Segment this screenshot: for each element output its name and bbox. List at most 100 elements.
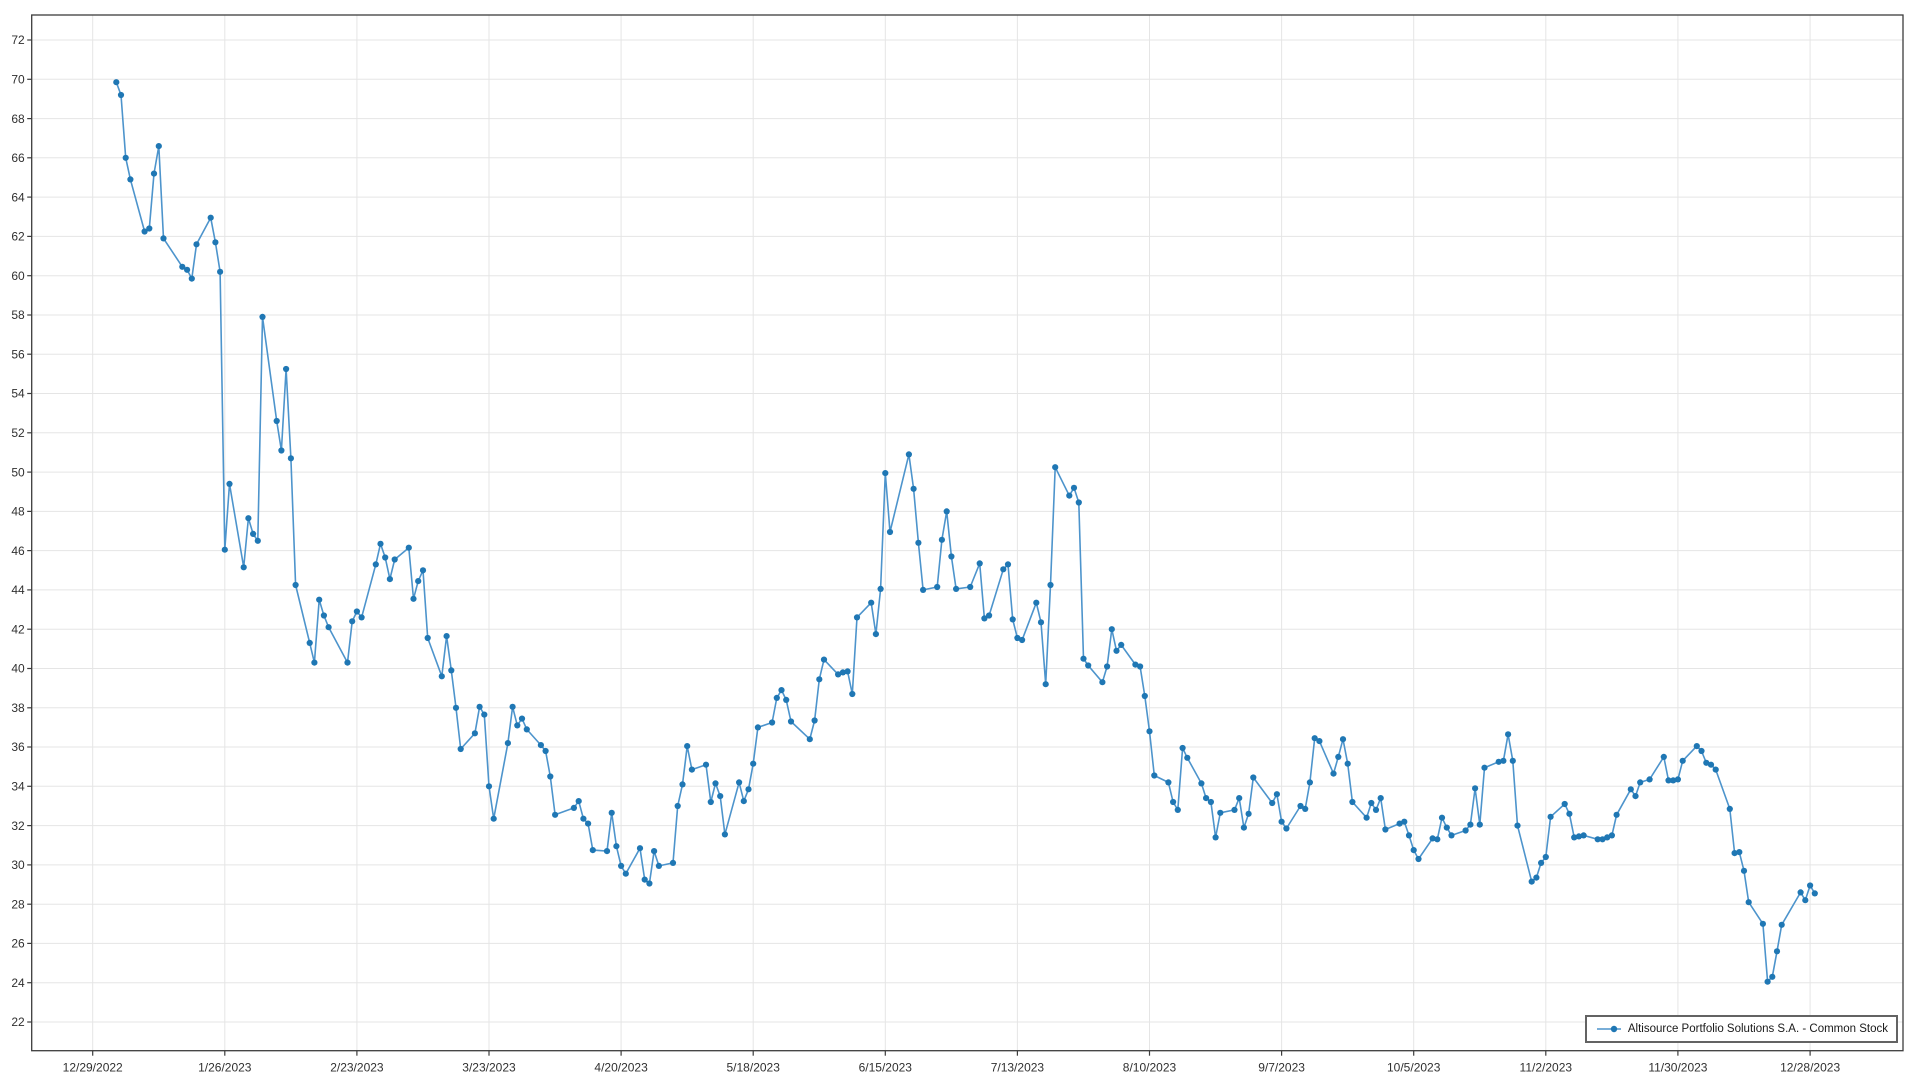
plot-border [32,15,1903,1051]
data-point [1713,767,1719,773]
data-point [1364,815,1370,821]
data-point [547,773,553,779]
data-point [1798,889,1804,895]
data-point [1566,811,1572,817]
data-point [1307,779,1313,785]
data-point [609,810,615,816]
data-point [1269,800,1275,806]
data-point [410,596,416,602]
data-point [321,612,327,618]
y-axis-tick-label: 54 [11,387,25,401]
data-point [939,537,945,543]
data-point [1010,616,1016,622]
data-point [1368,800,1374,806]
data-point [491,816,497,822]
data-point [189,276,195,282]
data-point [1203,795,1209,801]
data-point [415,578,421,584]
x-axis-tick-label: 5/18/2023 [727,1061,781,1075]
data-point [524,726,530,732]
data-point [816,676,822,682]
data-point [354,608,360,614]
data-point [977,560,983,566]
data-point [349,618,355,624]
data-point [1038,619,1044,625]
data-point [868,600,874,606]
data-point [1231,807,1237,813]
data-point [1104,663,1110,669]
data-point [382,554,388,560]
data-point [1807,882,1813,888]
data-point [741,798,747,804]
data-point [543,748,549,754]
data-point [1274,791,1280,797]
data-point [453,705,459,711]
data-point [184,267,190,273]
y-axis-tick-label: 66 [11,151,25,165]
x-axis-tick-label: 7/13/2023 [991,1061,1045,1075]
data-point [1746,899,1752,905]
data-point [425,635,431,641]
x-axis-tick-label: 11/30/2023 [1648,1061,1707,1075]
x-axis-tick-label: 10/5/2023 [1387,1061,1441,1075]
data-point [1802,897,1808,903]
data-point [1382,826,1388,832]
data-point [618,863,624,869]
data-point [1637,779,1643,785]
data-point [1741,868,1747,874]
x-axis-tick-label: 1/26/2023 [198,1061,252,1075]
x-axis-tick-label: 8/10/2023 [1123,1061,1177,1075]
y-axis-tick-label: 34 [11,780,25,794]
y-axis-tick-label: 46 [11,544,25,558]
data-point [1628,786,1634,792]
data-point [878,586,884,592]
y-axis-tick-label: 62 [11,230,25,244]
data-point [1675,776,1681,782]
data-point [486,783,492,789]
data-point [118,92,124,98]
data-point [1246,811,1252,817]
data-point [1472,785,1478,791]
data-point [1330,771,1336,777]
data-point [788,718,794,724]
data-point [1543,854,1549,860]
price-chart-plot-area[interactable]: 2224262830323436384042444648505254565860… [0,0,1920,1080]
legend-series-marker-icon [1596,1024,1621,1034]
data-point [444,633,450,639]
data-point [571,805,577,811]
data-point [1529,879,1535,885]
y-axis-tick-label: 72 [11,33,25,47]
data-point [1113,648,1119,654]
data-point [250,531,256,537]
data-point [953,586,959,592]
data-point [812,717,818,723]
data-point [1373,807,1379,813]
data-point [160,235,166,241]
data-point [656,863,662,869]
data-point [1647,776,1653,782]
data-point [1774,948,1780,954]
x-axis-tick-label: 2/23/2023 [330,1061,384,1075]
data-point [915,540,921,546]
y-axis-tick-label: 56 [11,347,25,361]
data-point [1180,745,1186,751]
data-point [967,584,973,590]
data-point [1241,825,1247,831]
x-axis-tick-label: 9/7/2023 [1258,1061,1305,1075]
x-axis-tick-label: 11/2/2023 [1520,1061,1573,1075]
legend[interactable]: Altisource Portfolio Solutions S.A. - Co… [1585,1015,1898,1043]
data-point [212,239,218,245]
data-point [1406,832,1412,838]
data-point [1170,799,1176,805]
data-point [1538,860,1544,866]
data-point [637,845,643,851]
x-axis-tick-label: 6/15/2023 [859,1061,913,1075]
y-axis-tick-label: 68 [11,112,25,126]
data-point [127,176,133,182]
data-point [986,612,992,618]
data-point [1581,832,1587,838]
y-axis-tick-label: 58 [11,308,25,322]
data-point [1533,875,1539,881]
data-point [1302,806,1308,812]
data-point [1236,795,1242,801]
